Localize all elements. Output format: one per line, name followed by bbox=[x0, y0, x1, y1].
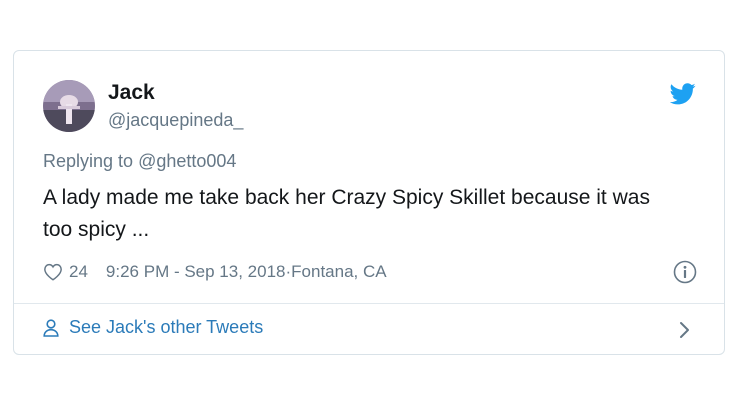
tweet-meta: 24 9:26 PM - Sep 13, 2018 · Fontana, CA bbox=[43, 260, 387, 284]
person-icon bbox=[43, 318, 59, 337]
reply-handle-link[interactable]: @ghetto004 bbox=[138, 151, 236, 171]
avatar[interactable] bbox=[43, 80, 95, 132]
tweet-text: A lady made me take back her Crazy Spicy… bbox=[43, 186, 650, 241]
see-other-tweets-label[interactable]: See Jack's other Tweets bbox=[69, 317, 263, 338]
like-count[interactable]: 24 bbox=[69, 262, 88, 282]
chevron-right-icon[interactable] bbox=[678, 320, 692, 340]
info-icon[interactable] bbox=[673, 260, 697, 284]
embedded-tweet-card: Jack @jacquepineda_ Replying to @ghetto0… bbox=[13, 50, 725, 355]
author-name[interactable]: Jack bbox=[108, 80, 155, 106]
reply-context: Replying to @ghetto004 bbox=[43, 150, 236, 172]
footer-divider bbox=[14, 303, 724, 304]
twitter-bird-icon[interactable] bbox=[670, 83, 696, 105]
tweet-timestamp[interactable]: 9:26 PM - Sep 13, 2018 bbox=[106, 262, 286, 282]
heart-icon[interactable] bbox=[43, 263, 63, 281]
tweet-location[interactable]: Fontana, CA bbox=[291, 262, 386, 282]
avatar-image bbox=[43, 80, 95, 132]
reply-prefix: Replying to bbox=[43, 151, 139, 171]
see-other-tweets-link[interactable]: See Jack's other Tweets bbox=[43, 317, 263, 338]
author-handle[interactable]: @jacquepineda_ bbox=[108, 109, 243, 131]
